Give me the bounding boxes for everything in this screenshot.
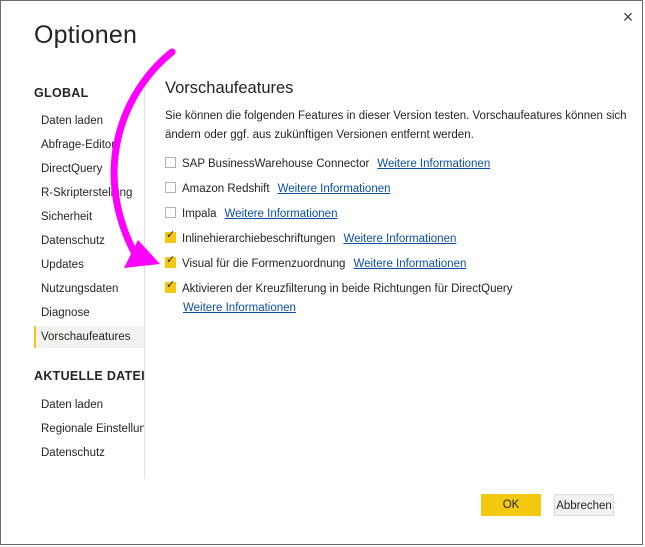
feature-label: Aktivieren der Kreuzfilterung in beide R… [182,283,513,295]
more-info-link[interactable]: Weitere Informationen [353,258,466,270]
sidebar-item-sicherheit[interactable]: Sicherheit [34,206,144,228]
dialog-title: Optionen [34,21,138,49]
sidebar-heading-aktuelle-datei: AKTUELLE DATEI [34,369,145,383]
sidebar-item-nutzungsdaten[interactable]: Nutzungsdaten [34,278,144,300]
sidebar-item-daten-laden[interactable]: Daten laden [34,110,144,132]
sidebar-item-regionale-einstellungen[interactable]: Regionale Einstellungen [34,418,144,440]
feature-row: Amazon Redshift Weitere Informationen [165,180,391,198]
feature-row-link: Weitere Informationen [175,299,296,317]
section-description: Sie können die folgenden Features in die… [165,110,627,141]
feature-label: Inlinehierarchiebeschriftungen [182,233,336,245]
ok-button[interactable]: OK [481,494,541,516]
feature-label: Amazon Redshift [182,183,270,195]
feature-checkbox[interactable]: ✓ [165,254,176,268]
checkmark-icon: ✓ [166,254,176,266]
sidebar-item-vorschaufeatures[interactable]: Vorschaufeatures [34,326,144,348]
sidebar-item-file-daten-laden[interactable]: Daten laden [34,394,144,416]
sidebar-item-directquery[interactable]: DirectQuery [34,158,144,180]
feature-label: Visual für die Formenzuordnung [182,258,346,270]
cancel-button[interactable]: Abbrechen [554,494,614,516]
feature-row: ✓ Aktivieren der Kreuzfilterung in beide … [165,279,513,298]
sidebar-item-abfrage-editor[interactable]: Abfrage-Editor [34,134,144,156]
feature-checkbox[interactable] [165,182,176,193]
sidebar-item-datenschutz[interactable]: Datenschutz [34,230,144,252]
sidebar-item-r-skripterstellung[interactable]: R-Skripterstellung [34,182,144,204]
checkmark-icon: ✓ [166,229,176,241]
options-sidebar: GLOBAL Daten laden Abfrage-Editor Direct… [34,83,145,479]
close-icon[interactable]: × [619,8,637,26]
more-info-link[interactable]: Weitere Informationen [377,158,490,170]
feature-checkbox[interactable]: ✓ [165,279,176,293]
sidebar-item-diagnose[interactable]: Diagnose [34,302,144,324]
section-heading: Vorschaufeatures [165,79,294,97]
feature-row: Impala Weitere Informationen [165,205,337,223]
sidebar-item-file-datenschutz[interactable]: Datenschutz [34,442,144,464]
more-info-link[interactable]: Weitere Informationen [225,208,338,220]
feature-checkbox[interactable] [165,207,176,218]
feature-row: SAP BusinessWarehouse Connector Weitere I… [165,155,490,173]
feature-row: ✓ Visual für die Formenzuordnung Weitere I… [165,254,466,273]
checkmark-icon: ✓ [166,279,176,291]
sidebar-item-updates[interactable]: Updates [34,254,144,276]
feature-checkbox[interactable]: ✓ [165,229,176,243]
more-info-link[interactable]: Weitere Informationen [343,233,456,245]
sidebar-heading-global: GLOBAL [34,86,89,100]
more-info-link[interactable]: Weitere Informationen [278,183,391,195]
options-dialog: Optionen × GLOBAL Daten laden Abfrage-Ed… [0,0,643,545]
more-info-link[interactable]: Weitere Informationen [183,302,296,314]
feature-label: SAP BusinessWarehouse Connector [182,158,370,170]
feature-row: ✓ Inlinehierarchiebeschriftungen Weitere I… [165,229,456,248]
feature-checkbox[interactable] [165,157,176,168]
feature-label: Impala [182,208,217,220]
